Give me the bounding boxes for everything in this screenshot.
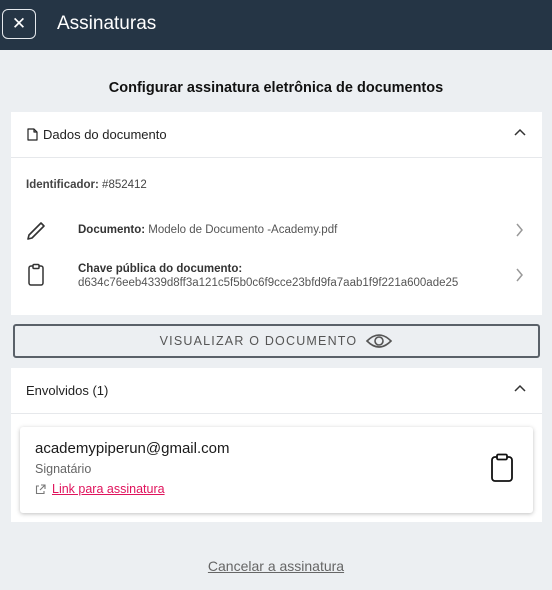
top-bar: ✕ Assinaturas <box>0 0 552 50</box>
file-icon <box>27 128 38 141</box>
pencil-icon <box>27 222 45 240</box>
public-key-label: Chave pública do documento: <box>78 263 243 275</box>
view-document-button[interactable]: VISUALIZAR O DOCUMENTO <box>13 324 540 358</box>
involved-title: Envolvidos (1) <box>26 383 109 398</box>
chevron-up-icon[interactable] <box>514 384 526 394</box>
signer-role: Signatário <box>35 462 92 476</box>
signature-link-row[interactable]: Link para assinatura <box>35 482 165 496</box>
public-key-row[interactable]: Chave pública do documento: d634c76eeb43… <box>11 260 542 292</box>
chevron-right-icon[interactable] <box>515 223 524 237</box>
document-row[interactable]: Documento: Modelo de Documento -Academy.… <box>11 218 542 242</box>
signer-card: academypiperun@gmail.com Signatário Link… <box>20 427 533 513</box>
document-label: Documento: <box>78 224 146 236</box>
involved-header[interactable]: Envolvidos (1) <box>11 368 542 414</box>
signature-link[interactable]: Link para assinatura <box>52 482 165 496</box>
section-heading: Configurar assinatura eletrônica de docu… <box>108 80 444 96</box>
document-data-header[interactable]: Dados do documento <box>11 112 542 158</box>
cancel-signature: Cancelar a assinatura <box>0 558 552 574</box>
close-icon: ✕ <box>11 14 27 33</box>
identifier-label: Identificador: <box>26 179 99 191</box>
chevron-up-icon[interactable] <box>514 128 526 138</box>
signer-email: academypiperun@gmail.com <box>35 440 230 457</box>
view-document-label: VISUALIZAR O DOCUMENTO <box>159 334 358 348</box>
document-data-card: Dados do documento Identificador: #85241… <box>11 112 542 315</box>
page-title: Assinaturas <box>57 13 157 34</box>
clipboard-icon <box>28 263 44 286</box>
document-value: Modelo de Documento -Academy.pdf <box>148 224 338 236</box>
identifier-value: #852412 <box>102 179 147 191</box>
copy-clipboard-icon[interactable] <box>490 453 514 483</box>
external-link-icon <box>35 483 46 494</box>
document-data-title: Dados do documento <box>43 127 167 142</box>
identifier-row: Identificador: #852412 <box>26 179 147 191</box>
chevron-right-icon[interactable] <box>515 268 524 282</box>
eye-icon <box>366 334 393 348</box>
public-key-value: d634c76eeb4339d8ff3a121c5f5b0c6f9cce23bf… <box>78 277 459 289</box>
close-button[interactable]: ✕ <box>2 9 36 39</box>
cancel-signature-link[interactable]: Cancelar a assinatura <box>208 558 344 574</box>
involved-card: Envolvidos (1) academypiperun@gmail.com … <box>11 368 542 522</box>
